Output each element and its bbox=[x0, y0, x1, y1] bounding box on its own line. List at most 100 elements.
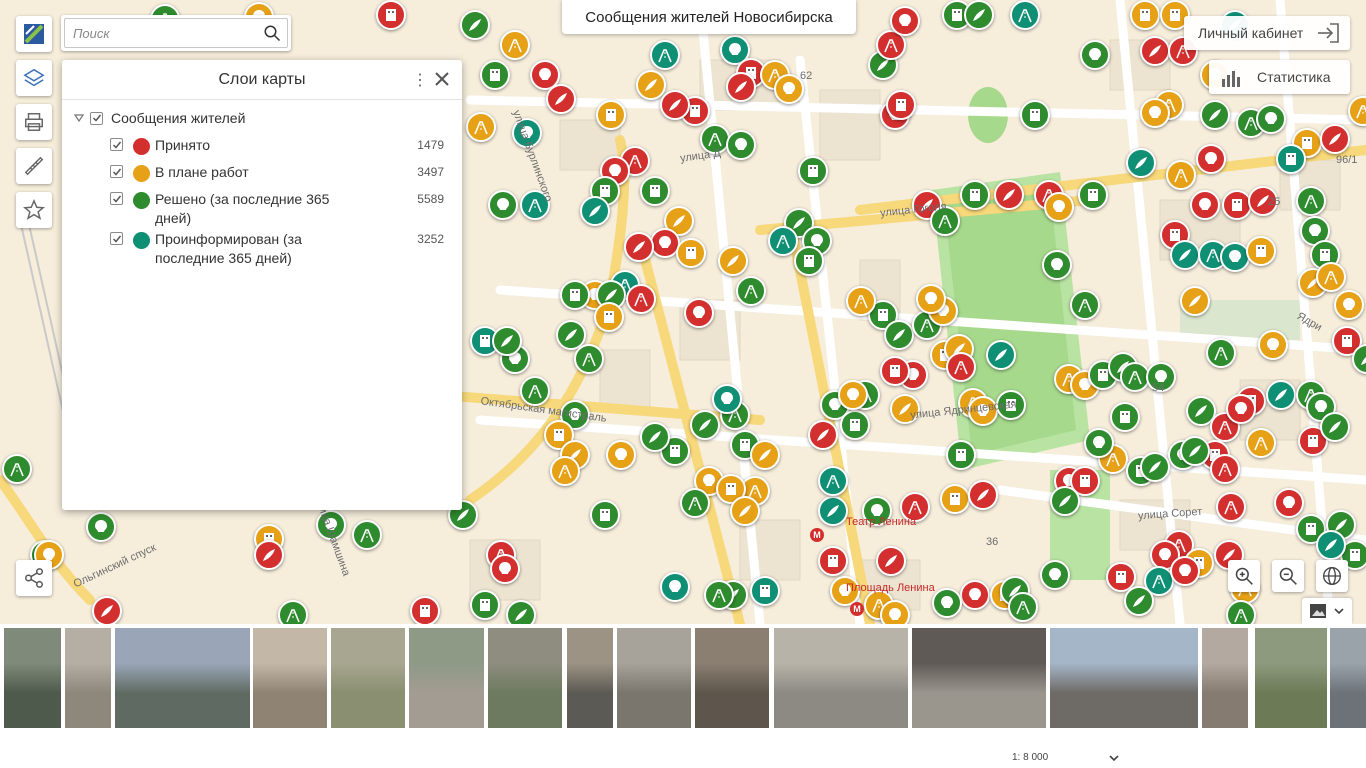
report-photo-thumbnail[interactable] bbox=[1050, 628, 1198, 728]
planned-report-marker[interactable] bbox=[1258, 330, 1288, 360]
layer-item-solved[interactable]: Решено (за последние 365 дней) 5589 bbox=[110, 191, 444, 228]
accepted-report-marker[interactable] bbox=[92, 596, 122, 624]
solved-report-marker[interactable] bbox=[1078, 180, 1108, 210]
solved-report-marker[interactable] bbox=[840, 410, 870, 440]
planned-report-marker[interactable] bbox=[750, 440, 780, 470]
report-photo-thumbnail[interactable] bbox=[1255, 628, 1327, 728]
solved-report-marker[interactable] bbox=[86, 512, 116, 542]
map-canvas[interactable]: улица Д улица Гоголя улица Ядринцевская … bbox=[0, 0, 1366, 624]
accepted-report-marker[interactable] bbox=[626, 284, 656, 314]
personal-cabinet-button[interactable]: Личный кабинет bbox=[1184, 16, 1350, 50]
chevron-down-icon[interactable] bbox=[1108, 752, 1120, 764]
planned-report-marker[interactable] bbox=[1044, 192, 1074, 222]
planned-report-marker[interactable] bbox=[1246, 236, 1276, 266]
solved-report-marker[interactable] bbox=[590, 500, 620, 530]
solved-report-marker[interactable] bbox=[1008, 592, 1038, 622]
informed-report-marker[interactable] bbox=[818, 496, 848, 526]
informed-report-marker[interactable] bbox=[986, 340, 1016, 370]
solved-report-marker[interactable] bbox=[794, 246, 824, 276]
measure-button[interactable] bbox=[16, 148, 52, 184]
planned-report-marker[interactable] bbox=[594, 302, 624, 332]
share-button[interactable] bbox=[16, 560, 52, 596]
solved-report-marker[interactable] bbox=[1226, 600, 1256, 624]
map-scale[interactable]: 1: 8 000 bbox=[1012, 752, 1048, 763]
solved-report-marker[interactable] bbox=[488, 190, 518, 220]
report-photo-thumbnail[interactable] bbox=[695, 628, 769, 728]
informed-report-marker[interactable] bbox=[580, 196, 610, 226]
planned-report-marker[interactable] bbox=[880, 600, 910, 624]
accepted-report-marker[interactable] bbox=[994, 180, 1024, 210]
accepted-report-marker[interactable] bbox=[808, 420, 838, 450]
planned-report-marker[interactable] bbox=[466, 112, 496, 142]
accepted-report-marker[interactable] bbox=[946, 352, 976, 382]
accepted-report-marker[interactable] bbox=[1216, 492, 1246, 522]
solved-report-marker[interactable] bbox=[1206, 338, 1236, 368]
accepted-report-marker[interactable] bbox=[818, 546, 848, 576]
accepted-report-marker[interactable] bbox=[660, 90, 690, 120]
informed-report-marker[interactable] bbox=[768, 226, 798, 256]
informed-report-marker[interactable] bbox=[750, 576, 780, 606]
planned-report-marker[interactable] bbox=[916, 284, 946, 314]
informed-report-marker[interactable] bbox=[712, 384, 742, 414]
planned-report-marker[interactable] bbox=[550, 456, 580, 486]
accepted-report-marker[interactable] bbox=[1170, 556, 1200, 586]
accepted-report-marker[interactable] bbox=[1140, 36, 1170, 66]
planned-report-marker[interactable] bbox=[838, 380, 868, 410]
accepted-report-marker[interactable] bbox=[880, 356, 910, 386]
accepted-report-marker[interactable] bbox=[254, 540, 284, 570]
solved-report-marker[interactable] bbox=[560, 280, 590, 310]
planned-report-marker[interactable] bbox=[940, 484, 970, 514]
planned-report-marker[interactable] bbox=[718, 246, 748, 276]
accepted-report-marker[interactable] bbox=[490, 554, 520, 584]
accepted-report-marker[interactable] bbox=[1196, 144, 1226, 174]
report-photo-thumbnail[interactable] bbox=[331, 628, 405, 728]
solved-report-marker[interactable] bbox=[1200, 100, 1230, 130]
planned-report-marker[interactable] bbox=[676, 238, 706, 268]
planned-report-marker[interactable] bbox=[500, 30, 530, 60]
report-photo-thumbnail[interactable] bbox=[4, 628, 61, 728]
solved-report-marker[interactable] bbox=[460, 10, 490, 40]
solved-report-marker[interactable] bbox=[2, 454, 32, 484]
more-options-icon[interactable]: ⋮ bbox=[412, 70, 428, 90]
accepted-report-marker[interactable] bbox=[968, 480, 998, 510]
accepted-report-marker[interactable] bbox=[376, 0, 406, 30]
accepted-report-marker[interactable] bbox=[726, 72, 756, 102]
full-extent-button[interactable] bbox=[1316, 560, 1348, 592]
favorites-button[interactable] bbox=[16, 192, 52, 228]
accepted-report-marker[interactable] bbox=[1210, 454, 1240, 484]
solved-report-marker[interactable] bbox=[1180, 436, 1210, 466]
solved-report-marker[interactable] bbox=[352, 520, 382, 550]
zoom-in-button[interactable] bbox=[1228, 560, 1260, 592]
zoom-out-button[interactable] bbox=[1272, 560, 1304, 592]
solved-report-marker[interactable] bbox=[1080, 40, 1110, 70]
planned-report-marker[interactable] bbox=[1316, 262, 1346, 292]
solved-report-marker[interactable] bbox=[1070, 290, 1100, 320]
informed-report-marker[interactable] bbox=[1266, 380, 1296, 410]
accepted-report-marker[interactable] bbox=[1222, 190, 1252, 220]
informed-report-marker[interactable] bbox=[1170, 240, 1200, 270]
planned-report-marker[interactable] bbox=[1130, 0, 1160, 30]
report-photo-thumbnail[interactable] bbox=[617, 628, 691, 728]
informed-report-marker[interactable] bbox=[1010, 0, 1040, 30]
solved-report-marker[interactable] bbox=[680, 488, 710, 518]
solved-report-marker[interactable] bbox=[736, 276, 766, 306]
solved-report-marker[interactable] bbox=[1020, 100, 1050, 130]
solved-report-marker[interactable] bbox=[964, 0, 994, 30]
layer-item-accepted[interactable]: Принято 1479 bbox=[110, 137, 444, 155]
solved-report-marker[interactable] bbox=[574, 344, 604, 374]
layers-button[interactable] bbox=[16, 60, 52, 96]
informed-report-marker[interactable] bbox=[1316, 530, 1346, 560]
layer-checkbox[interactable] bbox=[110, 232, 123, 245]
accepted-report-marker[interactable] bbox=[684, 298, 714, 328]
informed-report-marker[interactable] bbox=[650, 40, 680, 70]
report-photo-thumbnail[interactable] bbox=[409, 628, 484, 728]
basemap-toggle-button[interactable] bbox=[1302, 598, 1352, 624]
solved-report-marker[interactable] bbox=[1050, 486, 1080, 516]
informed-report-marker[interactable] bbox=[660, 572, 690, 602]
solved-report-marker[interactable] bbox=[1042, 250, 1072, 280]
layer-item-informed[interactable]: Проинформирован (за последние 365 дней) … bbox=[110, 231, 444, 268]
accepted-report-marker[interactable] bbox=[1190, 190, 1220, 220]
solved-report-marker[interactable] bbox=[640, 176, 670, 206]
solved-report-marker[interactable] bbox=[480, 60, 510, 90]
layer-item-planned[interactable]: В плане работ 3497 bbox=[110, 164, 444, 182]
